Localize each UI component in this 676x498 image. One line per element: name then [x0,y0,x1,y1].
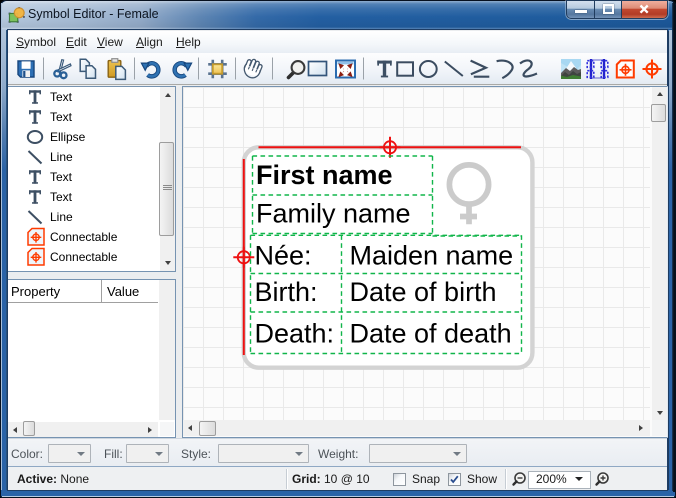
svg-text:Née:: Née: [255,241,312,271]
svg-text:Family name: Family name [256,199,411,229]
svg-text:Death:: Death: [255,318,335,348]
svg-text:Maiden name: Maiden name [350,241,514,271]
svg-text:Date of death: Date of death [350,318,512,348]
svg-text:Date of birth: Date of birth [350,277,497,307]
svg-text:Birth:: Birth: [255,277,318,307]
svg-text:First name: First name [256,160,393,190]
